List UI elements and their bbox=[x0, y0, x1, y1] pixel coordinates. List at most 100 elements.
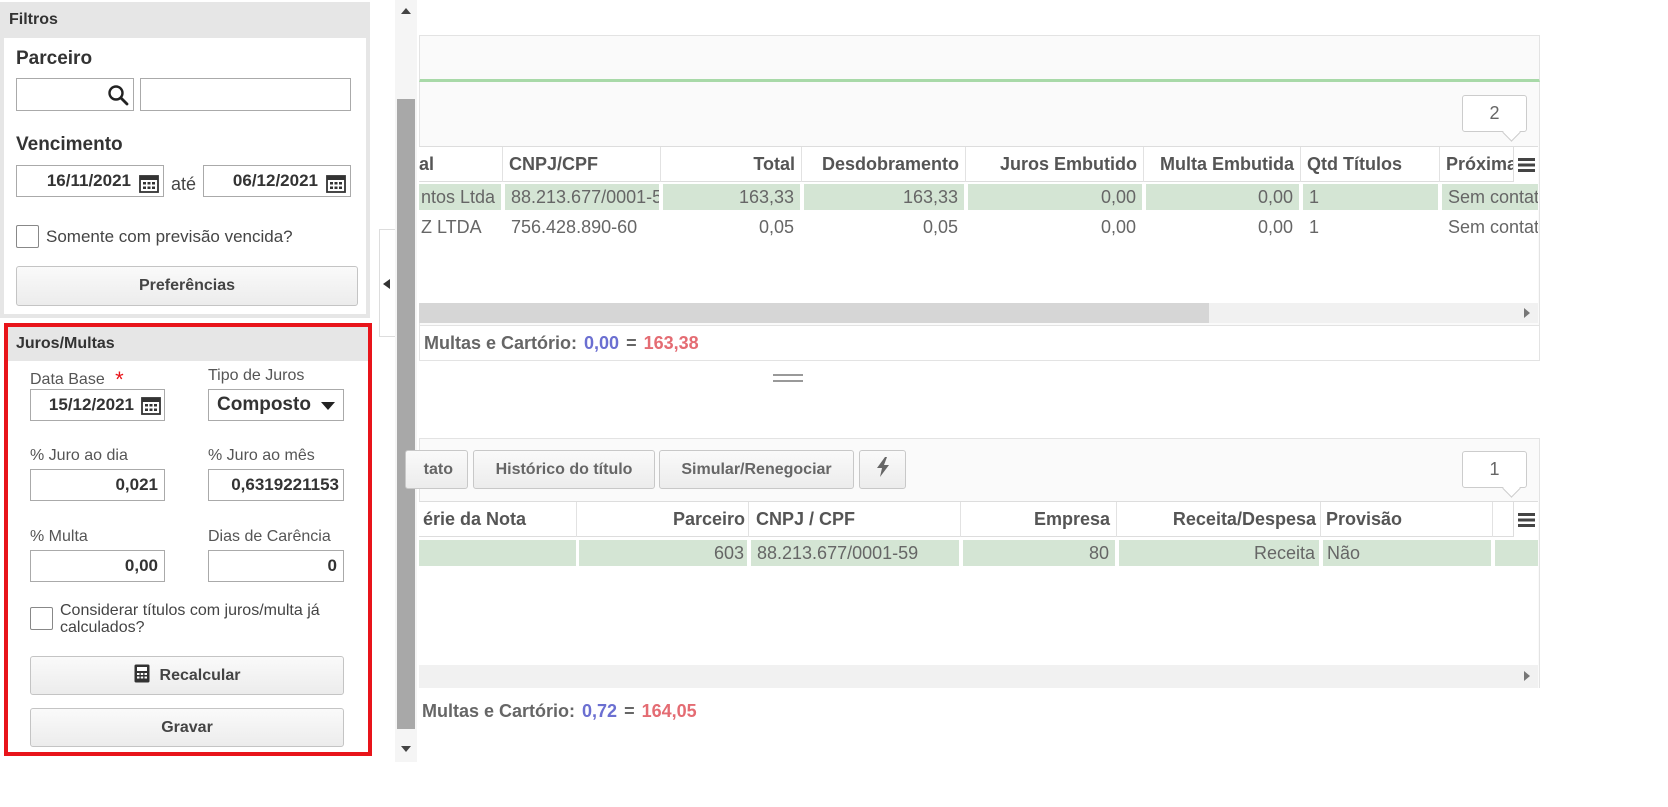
preferencias-button[interactable]: Preferências bbox=[16, 266, 358, 306]
tipo-juros-value: Composto bbox=[217, 394, 311, 415]
juro-dia-label: % Juro ao dia bbox=[30, 447, 128, 464]
considerar-checkbox[interactable] bbox=[30, 607, 53, 630]
carencia-value: 0 bbox=[327, 556, 337, 575]
scroll-up-arrow-icon[interactable] bbox=[401, 8, 411, 14]
grid2-table: érie da Nota Parceiro CNPJ / CPF Empresa… bbox=[419, 501, 1538, 665]
grid2-col-header[interactable]: Empresa bbox=[961, 502, 1117, 537]
juro-mes-value: 0,6319221153 bbox=[231, 475, 339, 494]
table-row[interactable]: 603 88.213.677/0001-59 80 Receita Não bbox=[419, 540, 1538, 567]
contato-button[interactable]: tato bbox=[405, 450, 468, 489]
preferencias-label: Preferências bbox=[138, 277, 236, 294]
grid2-col-header[interactable]: érie da Nota bbox=[419, 502, 577, 537]
table-cell bbox=[1495, 540, 1538, 566]
table-cell: Sem contato bbox=[1442, 184, 1538, 210]
table-cell bbox=[419, 540, 576, 566]
grid1-horizontal-scrollbar[interactable] bbox=[419, 303, 1538, 323]
multa-value: 0,00 bbox=[124, 556, 158, 575]
table-cell: Não bbox=[1323, 540, 1491, 566]
grid2-col-header[interactable]: Parceiro bbox=[577, 502, 749, 537]
gravar-button[interactable]: Gravar bbox=[30, 708, 344, 747]
date-from-value: 16/11/2021 bbox=[46, 171, 131, 190]
juro-dia-input[interactable]: 0,021 bbox=[30, 469, 165, 501]
column-menu-icon[interactable] bbox=[1513, 147, 1538, 182]
grid1-col-header[interactable]: Qtd Títulos bbox=[1301, 147, 1440, 182]
grid2-col-header[interactable]: CNPJ / CPF bbox=[749, 502, 961, 537]
contato-label: tato bbox=[423, 460, 453, 478]
ate-label: até bbox=[171, 174, 197, 194]
grid1-col-header[interactable]: CNPJ/CPF bbox=[503, 147, 661, 182]
scroll-right-arrow-icon[interactable] bbox=[1524, 671, 1530, 681]
grid2-col-header[interactable]: Receita/Despesa bbox=[1117, 502, 1321, 537]
parceiro-code-input[interactable] bbox=[16, 78, 134, 111]
table-cell: Sem contato bbox=[1448, 216, 1538, 237]
previsao-label: Somente com previsão vencida? bbox=[46, 227, 293, 246]
table-cell: 0,00 bbox=[1257, 216, 1293, 237]
grid2-count-badge: 1 bbox=[1462, 451, 1527, 488]
actions-button[interactable] bbox=[859, 450, 906, 489]
table-cell: Receita bbox=[1119, 540, 1319, 566]
footer-label: Multas e Cartório: bbox=[424, 332, 578, 353]
considerar-label: Considerar títulos com juros/multa já ca… bbox=[60, 602, 320, 636]
footer-equals: = bbox=[626, 332, 637, 353]
juros-title: Juros/Multas bbox=[16, 335, 115, 352]
panel-splitter-handle[interactable] bbox=[773, 372, 803, 386]
grid2-horizontal-scrollbar[interactable] bbox=[419, 665, 1538, 688]
grid1-col-header[interactable]: Desdobramento bbox=[802, 147, 966, 182]
date-to-value: 06/12/2021 bbox=[232, 171, 318, 190]
simular-renegociar-button[interactable]: Simular/Renegociar bbox=[659, 450, 854, 489]
footer-equals: = bbox=[624, 700, 635, 721]
vencimento-label: Vencimento bbox=[16, 134, 123, 155]
juro-mes-input[interactable]: 0,6319221153 bbox=[208, 469, 344, 501]
table-row[interactable]: ntos Ltda 88.213.677/0001-5 163,33 163,3… bbox=[419, 184, 1538, 211]
calendar-icon[interactable] bbox=[141, 396, 161, 420]
scrollbar-thumb[interactable] bbox=[397, 99, 415, 729]
scroll-down-arrow-icon[interactable] bbox=[401, 746, 411, 752]
collapse-panel-handle[interactable] bbox=[379, 229, 395, 337]
table-cell: 88.213.677/0001-5 bbox=[505, 184, 659, 210]
table-cell: 0,00 bbox=[1100, 216, 1136, 237]
data-base-value: 15/12/2021 bbox=[48, 395, 134, 414]
table-cell: 756.428.890-60 bbox=[511, 216, 638, 237]
historico-label: Histórico do título bbox=[495, 460, 633, 478]
footer-juros-value: 0,72 bbox=[582, 700, 618, 721]
grid1-col-header[interactable]: Multa Embutida bbox=[1144, 147, 1301, 182]
grid1-col-header[interactable]: al bbox=[419, 147, 503, 182]
chevron-down-icon bbox=[321, 402, 335, 410]
grid1-header-row: al CNPJ/CPF Total Desdobramento Juros Em… bbox=[419, 147, 1538, 182]
vertical-scrollbar[interactable] bbox=[395, 0, 417, 762]
multa-label: % Multa bbox=[30, 528, 88, 545]
historico-titulo-button[interactable]: Histórico do título bbox=[473, 450, 655, 489]
calculator-icon bbox=[134, 664, 150, 688]
scrollbar-thumb[interactable] bbox=[419, 303, 1209, 323]
table-cell: 603 bbox=[579, 540, 747, 566]
grid1-col-header[interactable]: Próxima bbox=[1440, 147, 1520, 182]
grid1-col-header[interactable]: Total bbox=[661, 147, 802, 182]
grid1-col-header[interactable]: Juros Embutido bbox=[966, 147, 1144, 182]
calendar-icon[interactable] bbox=[139, 174, 159, 198]
tipo-juros-select[interactable]: Composto bbox=[208, 389, 344, 421]
footer-juros-value: 0,00 bbox=[584, 332, 620, 353]
table-cell: 163,33 bbox=[663, 184, 800, 210]
search-icon[interactable] bbox=[107, 84, 129, 111]
grid1-count-badge: 2 bbox=[1462, 95, 1527, 132]
footer-label: Multas e Cartório: bbox=[422, 700, 576, 721]
grid1-table: al CNPJ/CPF Total Desdobramento Juros Em… bbox=[419, 146, 1538, 303]
multa-input[interactable]: 0,00 bbox=[30, 550, 165, 582]
table-cell: 0,05 bbox=[758, 216, 794, 237]
juro-dia-value: 0,021 bbox=[115, 475, 158, 494]
table-row[interactable]: Z LTDA 756.428.890-60 0,05 0,05 0,00 0,0… bbox=[419, 214, 1538, 241]
previsao-checkbox[interactable] bbox=[16, 225, 39, 248]
calendar-icon[interactable] bbox=[326, 174, 346, 198]
table-cell: Z LTDA bbox=[421, 216, 482, 237]
filtros-title: Filtros bbox=[9, 11, 58, 28]
recalcular-button[interactable]: Recalcular bbox=[30, 656, 344, 695]
table-cell: 1 bbox=[1309, 216, 1320, 237]
carencia-input[interactable]: 0 bbox=[208, 550, 344, 582]
gravar-label: Gravar bbox=[161, 718, 213, 736]
parceiro-name-input[interactable] bbox=[140, 78, 351, 111]
scroll-right-arrow-icon[interactable] bbox=[1524, 308, 1530, 318]
column-menu-icon[interactable] bbox=[1513, 502, 1538, 537]
grid2-col-header[interactable]: Provisão bbox=[1321, 502, 1493, 537]
collapse-left-icon[interactable] bbox=[383, 279, 390, 289]
simular-label: Simular/Renegociar bbox=[681, 460, 832, 478]
